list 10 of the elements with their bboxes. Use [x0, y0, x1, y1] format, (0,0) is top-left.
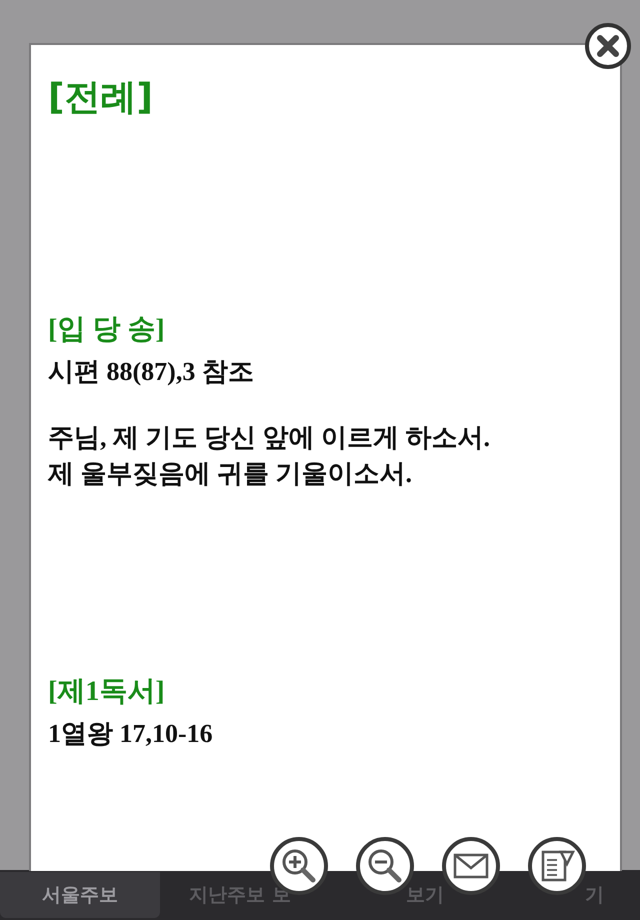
paragraph: 주님, 제 기도 당신 앞에 이르게 하소서. 제 울부짖음에 귀를 기울이소서.	[48, 422, 491, 490]
note-button[interactable]	[526, 835, 588, 897]
paragraph: 시편 88(87),3 참조	[48, 356, 255, 388]
popup-title: [전례]	[48, 76, 154, 120]
tab[interactable]: 서울주보	[0, 872, 160, 918]
section-heading: [제1독서]	[48, 675, 166, 709]
paragraph: 1열왕 17,10-16	[48, 718, 214, 750]
close-button[interactable]	[584, 22, 632, 70]
section-heading: [입 당 송]	[48, 313, 166, 347]
mail-button[interactable]	[440, 835, 502, 897]
